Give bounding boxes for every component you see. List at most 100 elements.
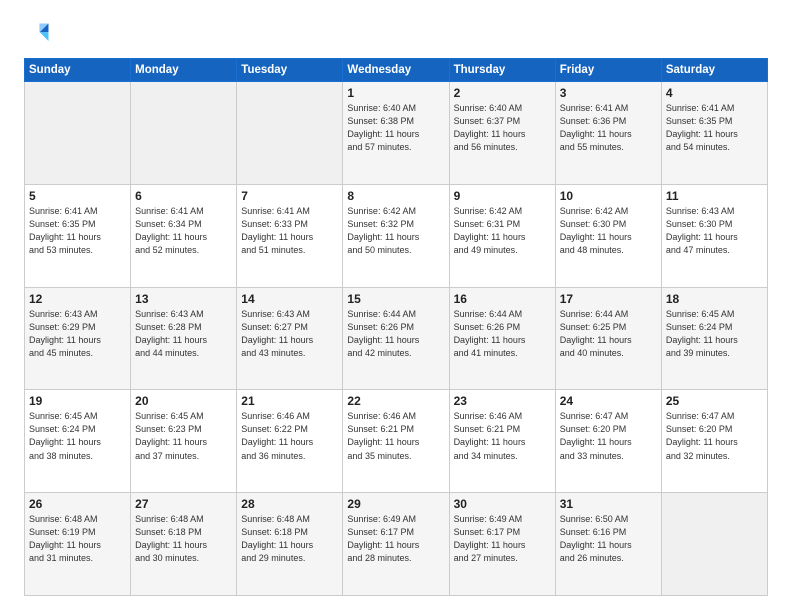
day-number: 1 (347, 86, 444, 100)
day-number: 11 (666, 189, 763, 203)
day-number: 10 (560, 189, 657, 203)
day-number: 7 (241, 189, 338, 203)
calendar-cell: 10Sunrise: 6:42 AM Sunset: 6:30 PM Dayli… (555, 184, 661, 287)
day-number: 28 (241, 497, 338, 511)
day-info: Sunrise: 6:44 AM Sunset: 6:25 PM Dayligh… (560, 308, 657, 360)
day-number: 29 (347, 497, 444, 511)
day-number: 31 (560, 497, 657, 511)
day-info: Sunrise: 6:43 AM Sunset: 6:29 PM Dayligh… (29, 308, 126, 360)
calendar-cell: 20 Sunrise: 6:45 AM Sunset: 6:23 PM Dayli… (131, 390, 237, 493)
calendar-cell (237, 82, 343, 185)
calendar-cell: 12 Sunrise: 6:43 AM Sunset: 6:29 PM Dayli… (25, 287, 131, 390)
day-info: Sunrise: 6:47 AM Sunset: 6:20 PM Dayligh… (666, 410, 763, 462)
calendar-cell: 25 Sunrise: 6:47 AM Sunset: 6:20 PM Dayli… (661, 390, 767, 493)
day-number: 24 (560, 394, 657, 408)
calendar-week-3: 12 Sunrise: 6:43 AM Sunset: 6:29 PM Dayli… (25, 287, 768, 390)
day-info: Sunrise: 6:40 AM Sunset: 6:37 PM Dayligh… (454, 102, 551, 154)
day-info: Sunrise: 6:47 AM Sunset: 6:20 PM Dayligh… (560, 410, 657, 462)
day-info: Sunrise: 6:45 AM Sunset: 6:23 PM Dayligh… (135, 410, 232, 462)
day-number: 22 (347, 394, 444, 408)
day-info: Sunrise: 6:41 AM Sunset: 6:35 PM Dayligh… (666, 102, 763, 154)
logo-icon (24, 20, 52, 48)
day-number: 25 (666, 394, 763, 408)
day-info: Sunrise: 6:44 AM Sunset: 6:26 PM Dayligh… (454, 308, 551, 360)
calendar-table: SundayMondayTuesdayWednesdayThursdayFrid… (24, 58, 768, 596)
calendar-header-tuesday: Tuesday (237, 59, 343, 82)
calendar-header-friday: Friday (555, 59, 661, 82)
day-info: Sunrise: 6:49 AM Sunset: 6:17 PM Dayligh… (454, 513, 551, 565)
calendar-header-monday: Monday (131, 59, 237, 82)
calendar-cell: 1 Sunrise: 6:40 AM Sunset: 6:38 PM Daylig… (343, 82, 449, 185)
day-info: Sunrise: 6:46 AM Sunset: 6:21 PM Dayligh… (347, 410, 444, 462)
calendar-cell: 8 Sunrise: 6:42 AM Sunset: 6:32 PM Daylig… (343, 184, 449, 287)
day-number: 19 (29, 394, 126, 408)
calendar-week-4: 19 Sunrise: 6:45 AM Sunset: 6:24 PM Dayli… (25, 390, 768, 493)
day-number: 3 (560, 86, 657, 100)
calendar-cell (25, 82, 131, 185)
day-number: 2 (454, 86, 551, 100)
day-info: Sunrise: 6:50 AM Sunset: 6:16 PM Dayligh… (560, 513, 657, 565)
calendar-cell: 18Sunrise: 6:45 AM Sunset: 6:24 PM Dayli… (661, 287, 767, 390)
day-info: Sunrise: 6:41 AM Sunset: 6:35 PM Dayligh… (29, 205, 126, 257)
day-number: 14 (241, 292, 338, 306)
calendar-week-5: 26 Sunrise: 6:48 AM Sunset: 6:19 PM Dayli… (25, 493, 768, 596)
calendar-week-1: 1 Sunrise: 6:40 AM Sunset: 6:38 PM Daylig… (25, 82, 768, 185)
calendar-cell: 24 Sunrise: 6:47 AM Sunset: 6:20 PM Dayli… (555, 390, 661, 493)
day-number: 21 (241, 394, 338, 408)
calendar-cell: 5 Sunrise: 6:41 AM Sunset: 6:35 PM Daylig… (25, 184, 131, 287)
day-number: 12 (29, 292, 126, 306)
day-info: Sunrise: 6:46 AM Sunset: 6:22 PM Dayligh… (241, 410, 338, 462)
calendar-cell: 15Sunrise: 6:44 AM Sunset: 6:26 PM Dayli… (343, 287, 449, 390)
page: SundayMondayTuesdayWednesdayThursdayFrid… (0, 0, 792, 612)
day-info: Sunrise: 6:43 AM Sunset: 6:27 PM Dayligh… (241, 308, 338, 360)
calendar-cell: 22 Sunrise: 6:46 AM Sunset: 6:21 PM Dayli… (343, 390, 449, 493)
calendar-cell: 16 Sunrise: 6:44 AM Sunset: 6:26 PM Dayli… (449, 287, 555, 390)
day-info: Sunrise: 6:48 AM Sunset: 6:18 PM Dayligh… (241, 513, 338, 565)
calendar-cell: 21 Sunrise: 6:46 AM Sunset: 6:22 PM Dayli… (237, 390, 343, 493)
day-info: Sunrise: 6:40 AM Sunset: 6:38 PM Dayligh… (347, 102, 444, 154)
calendar-cell: 29 Sunrise: 6:49 AM Sunset: 6:17 PM Dayli… (343, 493, 449, 596)
calendar-cell: 4 Sunrise: 6:41 AM Sunset: 6:35 PM Daylig… (661, 82, 767, 185)
calendar-cell: 27 Sunrise: 6:48 AM Sunset: 6:18 PM Dayli… (131, 493, 237, 596)
day-number: 5 (29, 189, 126, 203)
day-number: 6 (135, 189, 232, 203)
logo (24, 20, 56, 48)
day-number: 27 (135, 497, 232, 511)
day-number: 16 (454, 292, 551, 306)
calendar-cell: 28 Sunrise: 6:48 AM Sunset: 6:18 PM Dayli… (237, 493, 343, 596)
calendar-cell (131, 82, 237, 185)
calendar-header-sunday: Sunday (25, 59, 131, 82)
day-info: Sunrise: 6:41 AM Sunset: 6:33 PM Dayligh… (241, 205, 338, 257)
day-info: Sunrise: 6:44 AM Sunset: 6:26 PM Dayligh… (347, 308, 444, 360)
calendar-cell: 19 Sunrise: 6:45 AM Sunset: 6:24 PM Dayli… (25, 390, 131, 493)
day-number: 20 (135, 394, 232, 408)
calendar-header-saturday: Saturday (661, 59, 767, 82)
calendar-cell: 2 Sunrise: 6:40 AM Sunset: 6:37 PM Daylig… (449, 82, 555, 185)
day-info: Sunrise: 6:49 AM Sunset: 6:17 PM Dayligh… (347, 513, 444, 565)
calendar-cell: 6 Sunrise: 6:41 AM Sunset: 6:34 PM Daylig… (131, 184, 237, 287)
calendar-header-row: SundayMondayTuesdayWednesdayThursdayFrid… (25, 59, 768, 82)
day-info: Sunrise: 6:42 AM Sunset: 6:32 PM Dayligh… (347, 205, 444, 257)
day-number: 8 (347, 189, 444, 203)
day-info: Sunrise: 6:41 AM Sunset: 6:34 PM Dayligh… (135, 205, 232, 257)
day-info: Sunrise: 6:43 AM Sunset: 6:28 PM Dayligh… (135, 308, 232, 360)
calendar-header-wednesday: Wednesday (343, 59, 449, 82)
day-number: 23 (454, 394, 551, 408)
day-number: 26 (29, 497, 126, 511)
calendar-cell: 14 Sunrise: 6:43 AM Sunset: 6:27 PM Dayli… (237, 287, 343, 390)
day-info: Sunrise: 6:48 AM Sunset: 6:19 PM Dayligh… (29, 513, 126, 565)
day-info: Sunrise: 6:45 AM Sunset: 6:24 PM Dayligh… (29, 410, 126, 462)
day-number: 4 (666, 86, 763, 100)
calendar-cell: 13Sunrise: 6:43 AM Sunset: 6:28 PM Dayli… (131, 287, 237, 390)
day-info: Sunrise: 6:41 AM Sunset: 6:36 PM Dayligh… (560, 102, 657, 154)
day-number: 18 (666, 292, 763, 306)
calendar-cell: 9Sunrise: 6:42 AM Sunset: 6:31 PM Daylig… (449, 184, 555, 287)
calendar-cell (661, 493, 767, 596)
calendar-cell: 23 Sunrise: 6:46 AM Sunset: 6:21 PM Dayli… (449, 390, 555, 493)
day-info: Sunrise: 6:42 AM Sunset: 6:31 PM Dayligh… (454, 205, 551, 257)
calendar-cell: 17Sunrise: 6:44 AM Sunset: 6:25 PM Dayli… (555, 287, 661, 390)
day-info: Sunrise: 6:46 AM Sunset: 6:21 PM Dayligh… (454, 410, 551, 462)
calendar-header-thursday: Thursday (449, 59, 555, 82)
day-info: Sunrise: 6:43 AM Sunset: 6:30 PM Dayligh… (666, 205, 763, 257)
day-info: Sunrise: 6:48 AM Sunset: 6:18 PM Dayligh… (135, 513, 232, 565)
